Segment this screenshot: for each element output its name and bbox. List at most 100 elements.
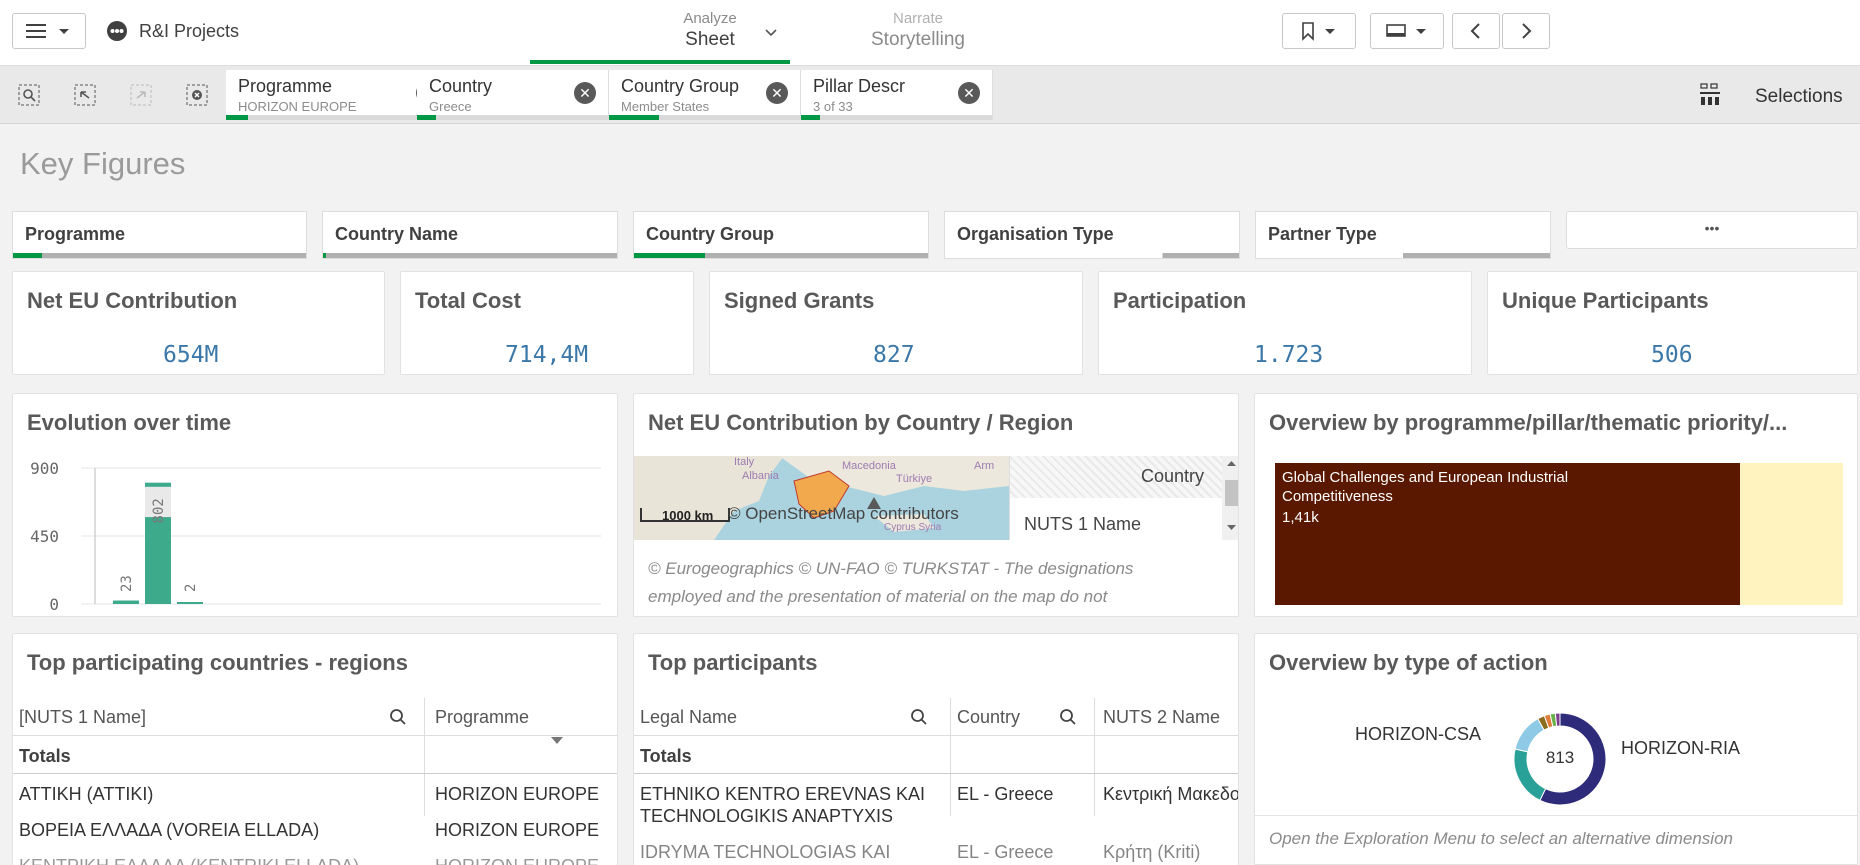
treemap-side-cell[interactable] xyxy=(1740,463,1843,605)
evolution-chart[interactable]: 900 450 0 23 802 2 xyxy=(13,452,618,617)
table-row[interactable]: ETHNIKO KENTRO EREVNAS KAI TECHNOLOGIKIS… xyxy=(634,776,1238,834)
filter-organisation-type[interactable]: Organisation Type xyxy=(944,211,1240,259)
state-bar-fill xyxy=(13,253,43,258)
kpi-label: Unique Participants xyxy=(1502,288,1709,313)
smart-search-button[interactable] xyxy=(12,80,46,110)
evolution-chart-card[interactable]: Evolution over time 900 450 0 23 802 2 xyxy=(12,393,618,617)
map-title: Net EU Contribution by Country / Region xyxy=(648,410,1074,435)
sheets-button[interactable] xyxy=(1370,13,1444,49)
clear-selection-icon[interactable]: ✕ xyxy=(958,82,980,104)
totals-label: Totals xyxy=(640,746,692,766)
filter-programme[interactable]: Programme xyxy=(12,211,307,259)
column-header-legal-name[interactable]: Legal Name xyxy=(640,707,737,728)
more-filters-button[interactable]: ••• xyxy=(1566,211,1858,249)
map-card[interactable]: Net EU Contribution by Country / Region … xyxy=(633,393,1239,617)
kpi-label: Signed Grants xyxy=(724,288,875,313)
selection-chip-country[interactable]: Country Greece ✕ xyxy=(417,70,609,120)
column-header-programme[interactable]: Programme xyxy=(435,707,529,728)
tab-narrate[interactable]: Narrate Storytelling xyxy=(838,10,998,66)
kpi-net-eu-contribution[interactable]: Net EU Contribution 654M xyxy=(12,271,385,375)
clear-selection-icon[interactable]: ✕ xyxy=(574,82,596,104)
kpi-total-cost[interactable]: Total Cost 714,4M xyxy=(400,271,694,375)
table-row[interactable]: ΒΟΡΕΙΑ ΕΛΛΑΔΑ (VOREIA ELLADA) HORIZON EU… xyxy=(13,812,617,848)
kpi-unique-participants[interactable]: Unique Participants 506 xyxy=(1487,271,1858,375)
scroll-down-icon[interactable] xyxy=(1222,522,1239,534)
next-sheet-button[interactable] xyxy=(1502,13,1550,49)
previous-sheet-button[interactable] xyxy=(1452,13,1500,49)
qlik-app: R&I Projects Analyze Sheet Narrate Story… xyxy=(0,0,1860,865)
kpi-signed-grants[interactable]: Signed Grants 827 xyxy=(709,271,1083,375)
bar[interactable] xyxy=(177,602,203,604)
search-icon[interactable] xyxy=(910,708,928,726)
search-icon[interactable] xyxy=(389,708,407,726)
filter-state-bar xyxy=(1256,253,1550,258)
table-row[interactable]: ΚΕΝΤΡΙΚΗ ΕΛΛΑΔΑ (KENTRIKI ELLADA) HORIZO… xyxy=(13,848,617,865)
map-area[interactable]: Italy Albania Macedonia Türkiye Arm Cypr… xyxy=(634,456,1009,540)
sort-descending-icon[interactable] xyxy=(549,736,565,746)
column-header-nuts2[interactable]: NUTS 2 Name xyxy=(1103,707,1220,728)
sheet-title: Key Figures xyxy=(20,146,186,181)
filter-state-bar xyxy=(945,253,1239,258)
layer-scrollbar[interactable] xyxy=(1222,456,1239,540)
layer-nuts1[interactable]: NUTS 1 Name xyxy=(1010,498,1222,540)
state-bar-fill xyxy=(417,115,437,120)
donut-slice[interactable] xyxy=(1514,718,1545,753)
search-icon[interactable] xyxy=(1059,708,1077,726)
table-header-row: [NUTS 1 Name] Programme xyxy=(13,698,617,816)
treemap-main-cell[interactable]: Global Challenges and European Industria… xyxy=(1275,463,1740,605)
kpi-label: Total Cost xyxy=(415,288,521,313)
kpi-participation[interactable]: Participation 1.723 xyxy=(1098,271,1472,375)
chevron-left-icon xyxy=(1470,23,1480,39)
treemap-cell-value: 1,41k xyxy=(1282,509,1319,526)
row-legal-name-line-2: TECHNOLOGIKIS ANAPTYXIS xyxy=(640,806,894,826)
filter-state-bar xyxy=(323,253,617,258)
step-forward-button[interactable] xyxy=(124,80,158,110)
filter-country-group[interactable]: Country Group xyxy=(633,211,929,259)
totals-row: Totals xyxy=(13,736,617,774)
top-countries-card[interactable]: Top participating countries - regions [N… xyxy=(12,633,618,865)
filter-partner-type[interactable]: Partner Type xyxy=(1255,211,1551,259)
donut-slice[interactable] xyxy=(1554,712,1561,727)
scroll-thumb[interactable] xyxy=(1225,480,1238,506)
map-place-label: Albania xyxy=(742,470,779,482)
filter-label: Organisation Type xyxy=(957,224,1114,244)
row-name: ΚΕΝΤΡΙΚΗ ΕΛΛΑΔΑ (KENTRIKI ELLADA) xyxy=(19,856,359,865)
layer-label: Country xyxy=(1140,466,1204,486)
global-menu-button[interactable] xyxy=(12,13,86,49)
selections-tool-icon[interactable] xyxy=(1698,82,1722,108)
table-header-row: Legal Name Country NUTS 2 Name xyxy=(634,698,1238,816)
bookmarks-button[interactable] xyxy=(1282,13,1356,49)
caret-down-icon xyxy=(59,29,69,34)
map-place-label: Arm xyxy=(974,460,995,472)
caret-down-icon xyxy=(1416,29,1426,34)
top-participants-card[interactable]: Top participants Legal Name Country NUTS… xyxy=(633,633,1239,865)
column-header-country[interactable]: Country xyxy=(957,707,1020,728)
data-label: 802 xyxy=(151,498,167,523)
column-header-nuts1[interactable]: [NUTS 1 Name] xyxy=(19,707,146,728)
selection-chip-country-group[interactable]: Country Group Member States ✕ xyxy=(609,70,801,120)
map-footnote-line-2: employed and the presentation of materia… xyxy=(648,587,1108,606)
selections-tool-label[interactable]: Selections xyxy=(1755,86,1843,108)
table-row[interactable]: IDRYMA TECHNOLOGIAS KAI EL - Greece Κρήτ… xyxy=(634,834,1238,865)
chevron-down-icon[interactable] xyxy=(764,28,778,38)
row-country: EL - Greece xyxy=(957,784,1054,804)
layer-country[interactable]: Country xyxy=(1010,456,1222,498)
clear-selection-icon[interactable]: ✕ xyxy=(766,82,788,104)
scroll-up-icon[interactable] xyxy=(1222,457,1239,469)
table-row[interactable]: ΑΤΤΙΚΗ (ATTIKI) HORIZON EUROPE xyxy=(13,776,617,812)
clear-all-button[interactable] xyxy=(180,80,214,110)
chevron-right-icon xyxy=(1522,23,1532,39)
chart-title: Overview by type of action xyxy=(1269,650,1548,675)
action-type-card[interactable]: Overview by type of action 813 HORIZON-C… xyxy=(1254,633,1858,865)
filter-label: Partner Type xyxy=(1268,224,1377,244)
step-back-button[interactable] xyxy=(68,80,102,110)
row-legal-name-line-1: IDRYMA TECHNOLOGIAS KAI xyxy=(640,842,891,862)
exploration-footnote: Open the Exploration Menu to select an a… xyxy=(1269,829,1733,848)
treemap-card[interactable]: Overview by programme/pillar/thematic pr… xyxy=(1254,393,1858,617)
data-label: 23 xyxy=(119,575,135,592)
filter-country-name[interactable]: Country Name xyxy=(322,211,618,259)
selection-chip-pillar-descr[interactable]: Pillar Descr 3 of 33 ✕ xyxy=(801,70,993,120)
bar[interactable] xyxy=(113,600,139,604)
tab-analyze[interactable]: Analyze Sheet xyxy=(630,10,790,66)
state-bar-fill xyxy=(801,115,821,120)
